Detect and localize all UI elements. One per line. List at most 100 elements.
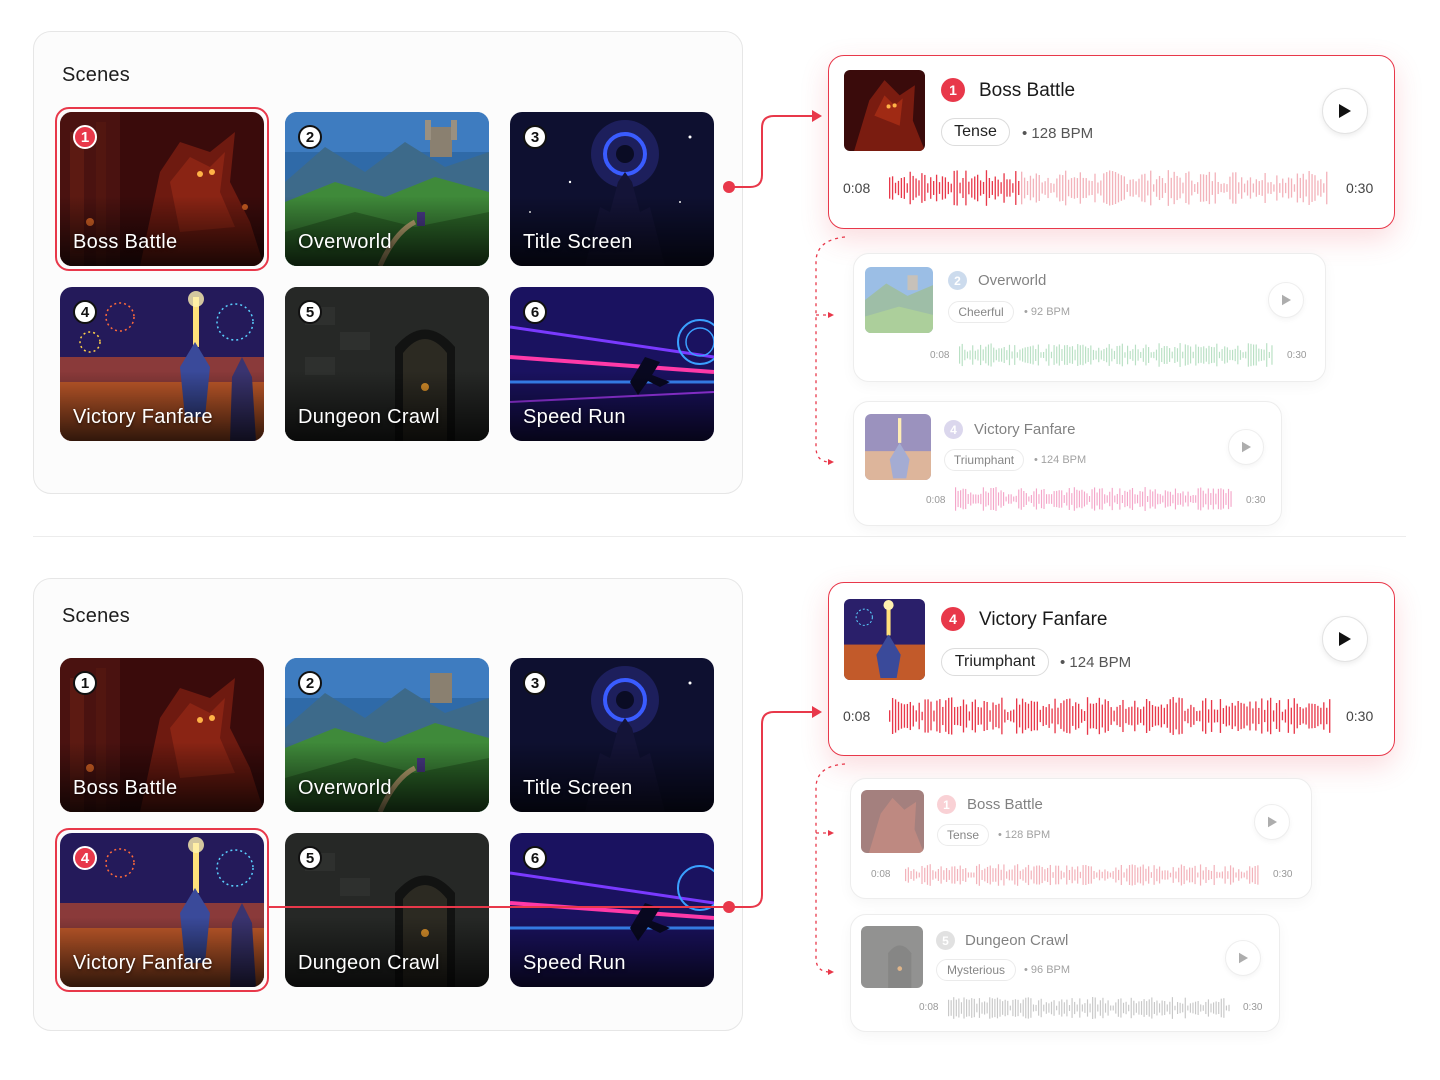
scene-tile-overworld[interactable]: 2 Overworld [285,658,489,812]
waveform-bar [953,170,955,206]
waveform-bar [1125,1001,1127,1015]
scene-tile-speed-run[interactable]: 6 Speed Run [510,833,714,987]
queue-card[interactable]: 4 Victory Fanfare Triumphant • 124 BPM 0… [853,401,1282,526]
waveform-bar [1047,177,1049,199]
waveform-bar [1027,864,1030,886]
connector-bottom-queue [815,763,846,975]
waveform-bar [979,180,982,196]
scene-number-badge: 5 [298,846,322,870]
waveform[interactable] [889,168,1329,208]
play-button[interactable] [1225,940,1261,976]
waveform-bar [1058,1001,1060,1015]
waveform-bar [980,344,982,366]
waveform-bar [1101,871,1103,879]
waveform-bar [1040,489,1043,509]
scenes-title: Scenes [62,64,130,86]
play-button[interactable] [1228,429,1264,465]
waveform-bar [1039,709,1041,723]
waveform-bar [1131,864,1133,886]
track-number-badge: 5 [936,931,955,950]
waveform-bar [1177,493,1179,505]
waveform-bar [907,867,909,883]
waveform-bar [1023,490,1025,508]
scene-tile-boss-battle[interactable]: 1 Boss Battle [60,112,264,266]
waveform-bar [980,493,982,505]
waveform-bar [1207,999,1210,1017]
waveform-bar [968,999,970,1017]
queue-card[interactable]: 1 Boss Battle Tense • 128 BPM 0:08 0:30 [850,778,1312,899]
waveform-bar [1215,493,1217,505]
waveform-bar [1051,494,1053,504]
queue-card[interactable]: 2 Overworld Cheerful • 92 BPM 0:08 0:30 [853,253,1326,382]
waveform-bar [1132,349,1134,361]
waveform-bar [1044,869,1046,881]
scene-tile-boss-battle[interactable]: 1 Boss Battle [60,658,264,812]
scene-tile-dungeon-crawl[interactable]: 5 Dungeon Crawl [285,287,489,441]
waveform-bar [1048,344,1050,366]
waveform-bar [1006,871,1008,879]
waveform-bar [1033,491,1035,507]
waveform-bar [1138,178,1140,198]
queue-card[interactable]: 5 Dungeon Crawl Mysterious • 96 BPM 0:08… [850,914,1280,1032]
waveform-bar [973,872,975,878]
waveform-bar [1018,180,1020,196]
waveform-bar [987,492,989,506]
waveform[interactable] [889,696,1332,736]
waveform-bar [1157,706,1160,726]
scene-tile-dungeon-crawl[interactable]: 5 Dungeon Crawl [285,833,489,987]
play-button[interactable] [1268,282,1304,318]
waveform-bar [1187,708,1189,724]
scene-tile-title-screen[interactable]: 3 Title Screen [510,658,714,812]
waveform-bar [1235,172,1237,204]
waveform-bar [1032,345,1034,365]
waveform-bar [1142,864,1144,886]
play-button[interactable] [1322,616,1368,662]
waveform-bar [966,999,968,1017]
waveform[interactable] [905,862,1260,888]
waveform-bar [1018,489,1020,509]
now-playing-card[interactable]: 1 Boss Battle Tense • 128 BPM 0:08 0:30 [828,55,1395,229]
waveform-bar [970,872,972,878]
waveform-bar [943,870,945,880]
waveform-bar [1200,347,1202,363]
waveform-bar [1218,351,1221,359]
scene-tile-overworld[interactable]: 2 Overworld [285,112,489,266]
play-button[interactable] [1254,804,1290,840]
waveform-bar [1030,998,1032,1018]
waveform-bar [1074,1001,1076,1015]
scene-tile-title-screen[interactable]: 3 Title Screen [510,112,714,266]
waveform[interactable] [959,342,1274,368]
waveform[interactable] [955,486,1233,512]
waveform-bar [1205,698,1207,734]
now-playing-card[interactable]: 4 Victory Fanfare Triumphant • 124 BPM 0… [828,582,1395,756]
waveform[interactable] [948,995,1231,1021]
play-button[interactable] [1322,88,1368,134]
waveform-bar [1014,999,1017,1017]
waveform-bar [1090,345,1092,365]
waveform-bar [1129,350,1131,360]
scene-tile-victory-fanfare[interactable]: 4 Victory Fanfare [60,833,264,987]
waveform-bar [1189,1003,1191,1013]
scene-tile-victory-fanfare[interactable]: 4 Victory Fanfare [60,287,264,441]
waveform-bar [1104,699,1106,733]
waveform-bar [1133,1000,1135,1016]
track-thumbnail [844,70,925,151]
waveform-bar [1053,183,1055,193]
waveform-bar [1011,351,1013,359]
waveform-bar [1194,1001,1197,1015]
play-icon [1339,104,1351,118]
waveform-bar [1311,703,1313,729]
waveform-bar [1036,701,1038,731]
waveform-bar [1173,171,1175,205]
waveform-bar [1089,1003,1091,1013]
waveform-bar [951,866,953,884]
waveform-bar [1058,344,1060,366]
waveform-bar [1299,707,1301,725]
scene-tile-speed-run[interactable]: 6 Speed Run [510,287,714,441]
waveform-bar [1158,1003,1161,1013]
waveform-bar [1192,1002,1194,1014]
waveform-bar [1017,999,1019,1017]
waveform-bar [1048,704,1050,728]
waveform-bar [1197,1001,1199,1015]
waveform-bar [1091,180,1093,196]
